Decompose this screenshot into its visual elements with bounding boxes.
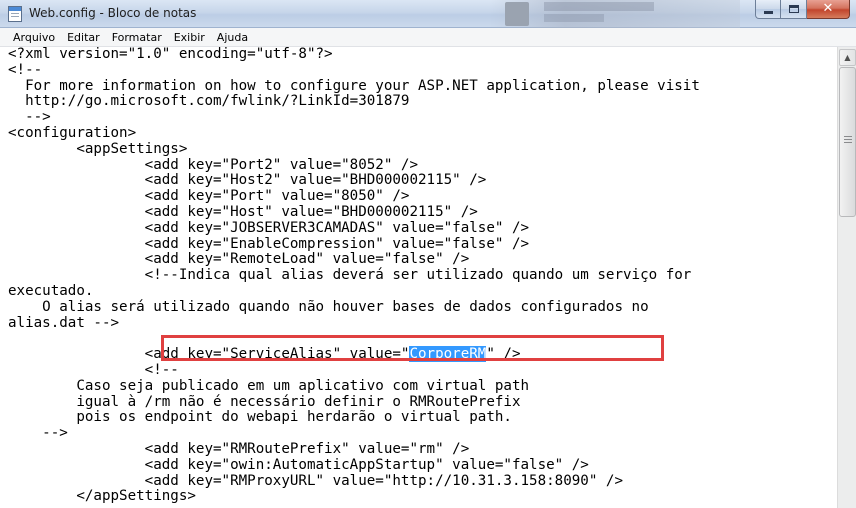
code-line: <configuration>	[8, 124, 137, 141]
code-line: Caso seja publicado em um aplicativo com…	[8, 377, 530, 394]
maximize-button[interactable]	[781, 0, 807, 19]
code-line: <!--Indica qual alias deverá ser utiliza…	[8, 267, 692, 284]
menu-exibir[interactable]: Exibir	[168, 28, 211, 47]
menu-formatar[interactable]: Formatar	[106, 28, 168, 47]
code-line: <add key="JOBSERVER3CAMADAS" value="fals…	[8, 219, 530, 236]
code-line: <add key="Host2" value="BHD000002115" />	[8, 172, 487, 189]
title-bar[interactable]: Web.config - Bloco de notas ✕	[0, 0, 856, 28]
code-line: <add key="RMProxyURL" value="http://10.3…	[8, 472, 623, 489]
code-line: <?xml version="1.0" encoding="utf-8"?>	[8, 47, 333, 62]
background-text-blur	[544, 2, 654, 11]
scrollbar-thumb[interactable]	[839, 67, 856, 217]
code-line: -->	[8, 425, 68, 442]
close-icon: ✕	[822, 1, 834, 16]
background-text-blur	[544, 14, 604, 22]
notepad-icon[interactable]	[8, 6, 22, 22]
code-line: </appSettings>	[8, 488, 196, 505]
code-line: <!--	[8, 361, 179, 378]
code-line: executado.	[8, 282, 94, 299]
code-line: <add key="Host" value="BHD000002115" />	[8, 203, 478, 220]
code-line: <!--	[8, 61, 43, 78]
code-line: <add key="owin:AutomaticAppStartup" valu…	[8, 456, 589, 473]
code-line: pois os endpoint do webapi herdarão o vi…	[8, 409, 512, 426]
menu-arquivo[interactable]: Arquivo	[7, 28, 61, 47]
code-line: O alias será utilizado quando não houver…	[8, 298, 649, 315]
minimize-button[interactable]	[755, 0, 781, 19]
scroll-up-arrow-icon[interactable]: ▲	[839, 49, 856, 66]
background-avatar	[505, 2, 529, 26]
code-line: -->	[8, 109, 51, 126]
code-line: <add key="RemoteLoad" value="false" />	[8, 251, 470, 268]
text-editor[interactable]: <?xml version="1.0" encoding="utf-8"?> <…	[8, 47, 837, 508]
code-line: http://go.microsoft.com/fwlink/?LinkId=3…	[8, 93, 410, 110]
code-line: <appSettings>	[8, 140, 188, 157]
code-line: igual à /rm não é necessário definir o R…	[8, 393, 521, 410]
menu-ajuda[interactable]: Ajuda	[211, 28, 254, 47]
code-line: <add key="Port" value="8050" />	[8, 188, 410, 205]
maximize-icon	[789, 5, 799, 13]
code-line: <add key="Port2" value="8052" />	[8, 156, 418, 173]
code-line: <add key="RMRoutePrefix" value="rm" />	[8, 440, 470, 457]
close-button[interactable]: ✕	[807, 0, 850, 19]
annotation-highlight-box	[161, 335, 664, 361]
code-line: <add key="EnableCompression" value="fals…	[8, 235, 530, 252]
code-line: For more information on how to configure…	[8, 77, 700, 94]
menu-editar[interactable]: Editar	[61, 28, 106, 47]
menu-bar: Arquivo Editar Formatar Exibir Ajuda	[0, 28, 856, 47]
minimize-icon	[764, 11, 773, 14]
code-line: alias.dat -->	[8, 314, 120, 331]
vertical-scrollbar[interactable]: ▲	[837, 47, 856, 508]
scrollbar-grip-icon	[844, 136, 852, 145]
caption-buttons: ✕	[755, 0, 850, 20]
window-title: Web.config - Bloco de notas	[29, 6, 197, 20]
